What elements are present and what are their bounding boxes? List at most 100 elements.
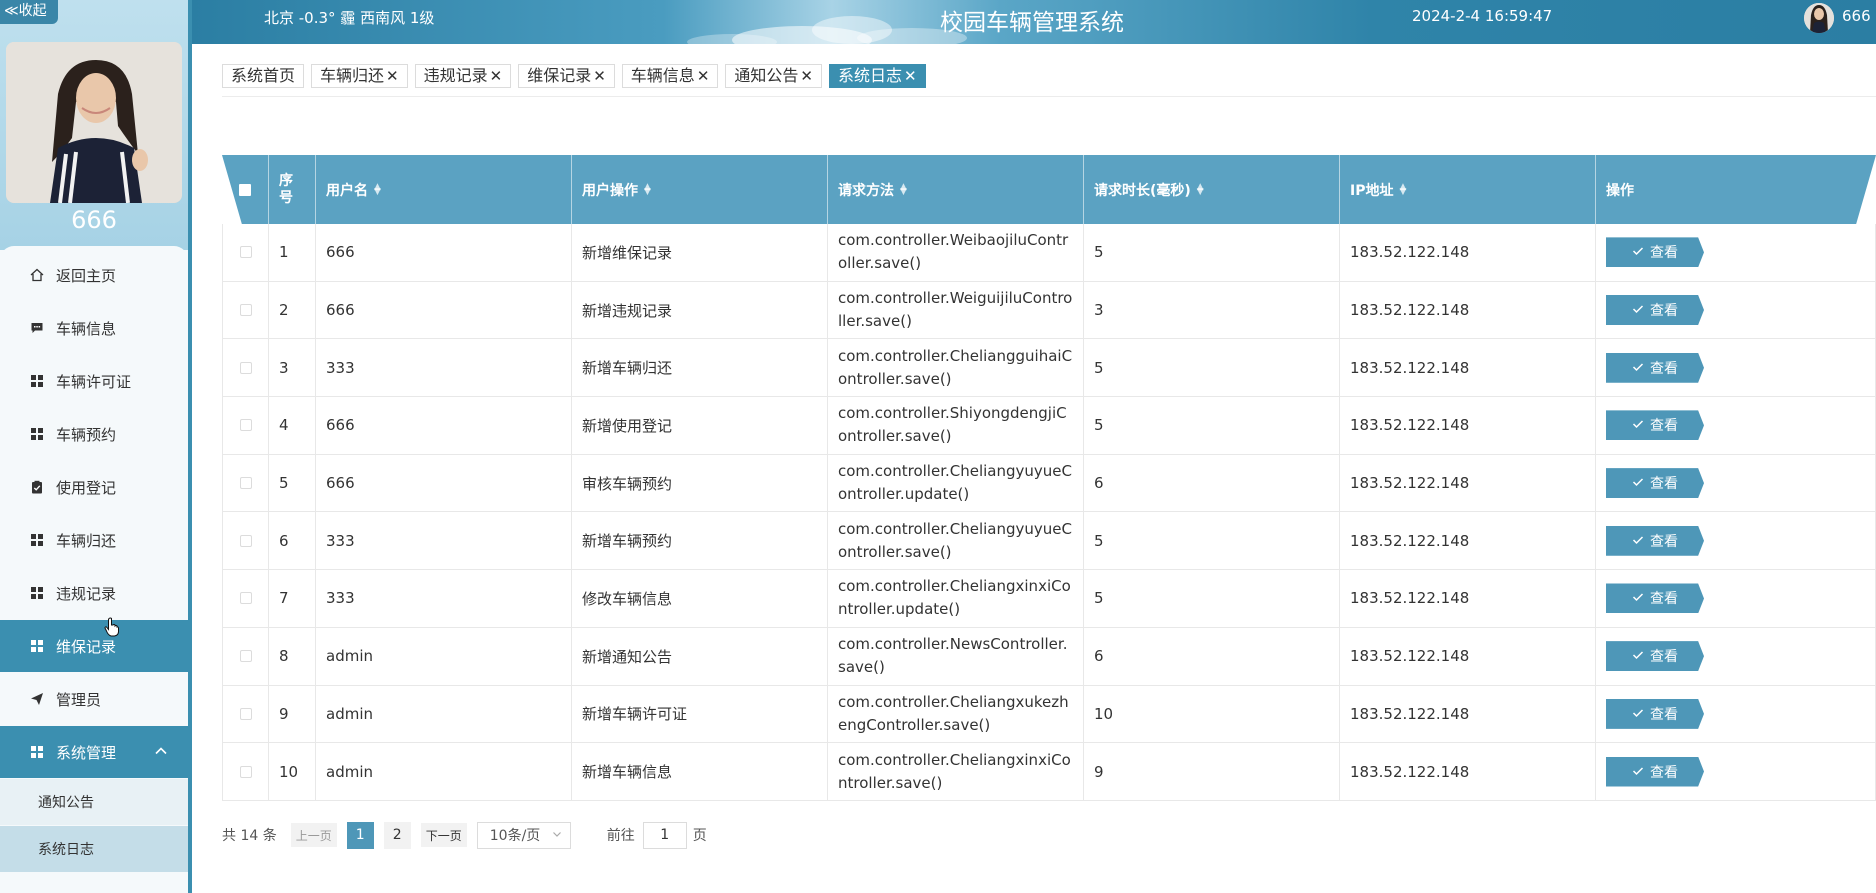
tab-vehicle-return[interactable]: 车辆归还 ✕: [311, 64, 408, 88]
cell-operation: 审核车辆预约: [572, 454, 828, 512]
header-actions-label: 操作: [1606, 182, 1634, 199]
cell-ip: 183.52.122.148: [1340, 512, 1596, 570]
grid-icon: [30, 586, 44, 600]
row-checkbox[interactable]: [239, 361, 252, 374]
row-checkbox[interactable]: [239, 534, 252, 547]
cell-operation: 新增使用登记: [572, 397, 828, 454]
close-icon[interactable]: ✕: [490, 65, 503, 87]
close-icon[interactable]: ✕: [593, 65, 606, 87]
cell-index: 10: [269, 743, 316, 800]
row-checkbox[interactable]: [239, 304, 252, 317]
cell-actions: 查看: [1596, 224, 1876, 281]
cell-duration: 5: [1084, 570, 1340, 627]
header-ip[interactable]: IP地址 ▲ ▼: [1340, 155, 1596, 224]
sidebar-item-vehicle-info[interactable]: 车辆信息: [0, 302, 188, 354]
tab-divider: [222, 96, 1876, 97]
cell-duration: 6: [1084, 454, 1340, 512]
row-checkbox[interactable]: [239, 477, 252, 490]
row-checkbox[interactable]: [239, 419, 252, 432]
sidebar-item-maintenance-records[interactable]: 维保记录: [0, 620, 188, 672]
view-button[interactable]: 查看: [1606, 698, 1704, 729]
sidebar-subitem-system-log[interactable]: 系统日志: [0, 826, 188, 872]
view-button[interactable]: 查看: [1606, 641, 1704, 672]
cell-duration: 5: [1084, 339, 1340, 397]
sort-icon[interactable]: ▲ ▼: [900, 182, 907, 196]
cell-method: com.controller.CheliangguihaiController.…: [828, 339, 1084, 397]
sidebar-item-violation-records[interactable]: 违规记录: [0, 567, 188, 619]
select-all-checkbox[interactable]: [239, 183, 251, 196]
top-header: 北京 -0.3° 霾 西南风 1级 校园车辆管理系统 2024-2-4 16:5…: [192, 0, 1876, 44]
cell-username: 333: [316, 339, 572, 397]
page-1-button[interactable]: 1: [346, 821, 374, 849]
view-button[interactable]: 查看: [1606, 237, 1704, 268]
row-checkbox[interactable]: [239, 650, 252, 663]
header-method[interactable]: 请求方法 ▲ ▼: [828, 155, 1084, 224]
view-button[interactable]: 查看: [1606, 468, 1704, 499]
avatar: [6, 42, 182, 203]
cell-duration: 5: [1084, 224, 1340, 281]
collapse-button[interactable]: ≪收起: [0, 0, 58, 24]
view-button[interactable]: 查看: [1606, 295, 1704, 326]
chevron-up-icon: [154, 744, 168, 762]
cell-actions: 查看: [1596, 339, 1876, 397]
page-2-button[interactable]: 2: [383, 821, 411, 849]
page-size-value: 10条/页: [489, 828, 541, 844]
sidebar-item-vehicle-permit[interactable]: 车辆许可证: [0, 355, 188, 407]
close-icon[interactable]: ✕: [800, 65, 813, 87]
page-size-select[interactable]: 10条/页: [476, 821, 571, 849]
header-duration[interactable]: 请求时长(毫秒) ▲ ▼: [1084, 155, 1340, 224]
tab-notices[interactable]: 通知公告 ✕: [725, 64, 822, 88]
view-button[interactable]: 查看: [1606, 410, 1704, 441]
sidebar-item-administrators[interactable]: 管理员: [0, 673, 188, 725]
row-checkbox[interactable]: [239, 246, 252, 259]
cell-ip: 183.52.122.148: [1340, 281, 1596, 339]
grid-icon: [30, 374, 44, 388]
row-checkbox[interactable]: [239, 707, 252, 720]
cell-username: 666: [316, 397, 572, 454]
row-checkbox[interactable]: [239, 592, 252, 605]
sidebar-item-label: 返回主页: [56, 266, 117, 285]
header-select-all[interactable]: [222, 155, 269, 224]
goto-page-input[interactable]: [642, 821, 687, 849]
cell-actions: 查看: [1596, 570, 1876, 627]
tab-label: 系统首页: [231, 66, 296, 85]
header-avatar[interactable]: [1804, 3, 1834, 33]
sidebar-item-usage-registration[interactable]: 使用登记: [0, 461, 188, 513]
close-icon[interactable]: ✕: [904, 65, 917, 87]
sidebar-subitem-notices[interactable]: 通知公告: [0, 779, 188, 825]
cell-operation: 新增维保记录: [572, 224, 828, 281]
sort-icon[interactable]: ▲ ▼: [1399, 182, 1406, 196]
row-checkbox[interactable]: [239, 765, 252, 778]
check-icon: [1632, 649, 1644, 663]
view-button-label: 查看: [1650, 649, 1678, 666]
sort-icon[interactable]: ▲ ▼: [1197, 182, 1204, 196]
tab-home[interactable]: 系统首页: [222, 64, 305, 88]
cell-actions: 查看: [1596, 685, 1876, 743]
sidebar-item-vehicle-return[interactable]: 车辆归还: [0, 514, 188, 566]
close-icon[interactable]: ✕: [386, 65, 399, 87]
sort-icon[interactable]: ▲ ▼: [644, 182, 651, 196]
tab-maintenance-records[interactable]: 维保记录 ✕: [518, 64, 615, 88]
prev-page-button[interactable]: 上一页: [290, 823, 337, 847]
view-button[interactable]: 查看: [1606, 756, 1704, 787]
sort-icon[interactable]: ▲ ▼: [374, 182, 381, 196]
tab-system-log[interactable]: 系统日志 ✕: [828, 64, 926, 88]
cell-actions: 查看: [1596, 627, 1876, 685]
tab-violation-records[interactable]: 违规记录 ✕: [414, 64, 512, 88]
view-button[interactable]: 查看: [1606, 352, 1704, 383]
close-icon[interactable]: ✕: [697, 65, 710, 87]
table-header: 序号 用户名 ▲ ▼ 用户操作 ▲ ▼ 请求方法 ▲ ▼ 请求时长(毫秒) ▲ ▼ IP…: [222, 155, 1876, 224]
grid-icon: [30, 533, 44, 547]
view-button-label: 查看: [1650, 360, 1678, 377]
sidebar-item-vehicle-reservation[interactable]: 车辆预约: [0, 408, 188, 460]
tab-vehicle-info[interactable]: 车辆信息 ✕: [621, 64, 719, 88]
view-button[interactable]: 查看: [1606, 525, 1704, 556]
cell-ip: 183.52.122.148: [1340, 454, 1596, 512]
header-username[interactable]: 用户名 ▲ ▼: [316, 155, 572, 224]
sidebar-group-system-management[interactable]: 系统管理: [0, 726, 188, 778]
view-button[interactable]: 查看: [1606, 583, 1704, 614]
sidebar-username: 666: [71, 206, 117, 234]
next-page-button[interactable]: 下一页: [420, 823, 467, 847]
sidebar-item-home[interactable]: 返回主页: [0, 249, 188, 301]
header-operation[interactable]: 用户操作 ▲ ▼: [572, 155, 828, 224]
